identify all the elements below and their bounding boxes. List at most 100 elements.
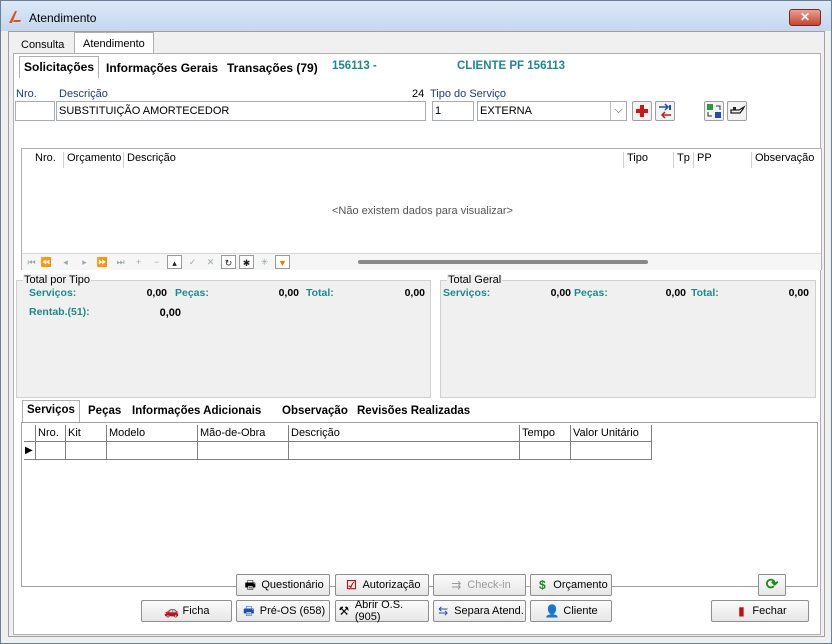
checkin-button[interactable]: ⇉ Check-in: [433, 574, 526, 596]
tpt-servicos-label: Serviços:: [29, 287, 77, 299]
autorizacao-label: Autorização: [362, 579, 421, 591]
transfer-button[interactable]: [655, 101, 675, 121]
questionario-button[interactable]: 🖶 Questionário: [236, 574, 330, 596]
col-pp[interactable]: PP: [694, 152, 752, 168]
tab-informacoes-adicionais[interactable]: Informações Adicionais: [128, 402, 265, 422]
tipo-code-input[interactable]: 1: [432, 101, 474, 121]
checkin-label: Check-in: [467, 579, 511, 591]
delete-icon[interactable]: −: [149, 255, 164, 269]
col-tp[interactable]: Tp: [674, 152, 694, 168]
empty-message: <Não existem dados para visualizar>: [332, 205, 513, 217]
tab-observacao[interactable]: Observação: [278, 402, 352, 422]
close-button[interactable]: ✕: [789, 9, 821, 26]
questionario-label: Questionário: [261, 579, 324, 591]
exchange-button[interactable]: [704, 101, 724, 121]
exchange-icon: [707, 104, 721, 118]
separa-atend-button[interactable]: ⇆ Separa Atend.: [433, 600, 526, 622]
atendimento-panel: Solicitações Informações Gerais Transaçõ…: [13, 53, 822, 635]
refresh-cycle-icon: ⟳: [765, 576, 779, 593]
tab-atendimento[interactable]: Atendimento: [74, 32, 154, 54]
row-indicator-icon: ▶: [24, 442, 36, 460]
horizontal-scrollbar[interactable]: [358, 260, 648, 264]
tab-solicitacoes[interactable]: Solicitações: [19, 56, 100, 78]
nro-input[interactable]: [15, 101, 55, 121]
first-record-icon[interactable]: ⏮: [24, 255, 39, 269]
last-record-icon[interactable]: ⏭: [113, 255, 128, 269]
header-code: 156113 -: [332, 60, 377, 72]
cliente-label: Cliente: [563, 605, 598, 617]
descricao-input[interactable]: SUBSTITUIÇÃO AMORTECEDOR: [56, 101, 426, 121]
bookmark-icon[interactable]: ✱: [239, 255, 254, 269]
cell-valor-unitario[interactable]: [571, 442, 652, 460]
window: Atendimento ✕ Consulta Atendimento Solic…: [0, 0, 832, 644]
col-observacao[interactable]: Observação: [752, 152, 822, 168]
cell-descricao[interactable]: [289, 442, 520, 460]
col2-valor-unitario[interactable]: Valor Unitário: [571, 425, 652, 442]
insert-icon[interactable]: +: [131, 255, 146, 269]
servicos-grid: Nro. Kit Modelo Mão-de-Obra Descrição Te…: [21, 422, 818, 587]
tab-pecas[interactable]: Peças: [84, 402, 125, 422]
abrir-os-label: Abrir O.S.(905): [354, 599, 404, 623]
pre-os-button[interactable]: 🖶 Pré-OS (658): [236, 600, 330, 622]
ficha-button[interactable]: 🚗 Ficha: [141, 600, 232, 622]
oil-change-button[interactable]: [727, 101, 747, 121]
add-button[interactable]: [632, 101, 652, 121]
tab-revisoes-realizadas[interactable]: Revisões Realizadas: [353, 402, 474, 422]
col2-mao-de-obra[interactable]: Mão-de-Obra: [198, 425, 289, 442]
post-icon[interactable]: ✓: [185, 255, 200, 269]
abrir-os-button[interactable]: ⚒ Abrir O.S.(905): [335, 599, 429, 623]
indicator-header: [24, 425, 36, 442]
refresh-icon[interactable]: ↻: [221, 255, 236, 269]
col-descricao[interactable]: Descrição: [124, 152, 624, 168]
user-icon: 👤: [544, 604, 560, 618]
goto-bookmark-icon[interactable]: ✳: [257, 255, 272, 269]
cell-mao-de-obra[interactable]: [198, 442, 289, 460]
refresh-button[interactable]: ⟳: [758, 574, 786, 596]
autorizacao-button[interactable]: ☑ Autorização: [335, 574, 429, 596]
nro-label: Nro.: [16, 88, 37, 100]
col2-tempo[interactable]: Tempo: [520, 425, 571, 442]
tools-icon: ⚒: [338, 604, 350, 618]
grid-navigator: ⏮ ⏪ ◂ ▸ ⏩ ⏭ + − ▴ ✓ ✕ ↻ ✱ ✳ ▼: [22, 253, 821, 270]
col-nro[interactable]: Nro.: [32, 152, 64, 168]
filter-icon[interactable]: ▼: [275, 255, 290, 269]
prev-record-icon[interactable]: ◂: [58, 255, 73, 269]
ficha-label: Ficha: [182, 605, 210, 617]
edit-icon[interactable]: ▴: [167, 255, 182, 269]
total-por-tipo-caption: Total por Tipo: [23, 274, 92, 286]
tg-total-label: Total:: [691, 287, 719, 299]
col-tipo[interactable]: Tipo: [624, 152, 674, 168]
col2-kit[interactable]: Kit: [66, 425, 107, 442]
next-record-icon[interactable]: ▸: [77, 255, 92, 269]
tab-informacoes-gerais[interactable]: Informações Gerais: [102, 58, 222, 78]
tg-servicos-value: 0,00: [550, 287, 571, 299]
chevron-down-icon[interactable]: ⌵: [610, 102, 626, 120]
orcamento-button[interactable]: $ Orçamento: [530, 574, 612, 596]
col-orcamento[interactable]: Orçamento: [64, 152, 124, 168]
window-title: Atendimento: [29, 11, 97, 25]
cell-tempo[interactable]: [520, 442, 571, 460]
cliente-button[interactable]: 👤 Cliente: [530, 600, 612, 622]
app-logo-icon: [9, 11, 21, 23]
rentab-value: 0,00: [159, 307, 181, 319]
cell-nro[interactable]: [36, 442, 66, 460]
tab-transacoes[interactable]: Transações (79): [223, 58, 322, 78]
tg-servicos-label: Serviços:: [443, 287, 491, 299]
tpt-total-label: Total:: [306, 287, 334, 299]
cancel-icon[interactable]: ✕: [203, 255, 218, 269]
col2-modelo[interactable]: Modelo: [107, 425, 198, 442]
rentab-label: Rentab.(51):: [29, 306, 90, 318]
next-page-icon[interactable]: ⏩: [95, 255, 110, 269]
tipo-servico-select[interactable]: EXTERNA ⌵: [477, 101, 627, 121]
cell-kit[interactable]: [66, 442, 107, 460]
total-geral-caption: Total Geral: [447, 274, 503, 286]
tab-consulta[interactable]: Consulta: [13, 34, 72, 54]
plus-icon: [636, 105, 648, 117]
fechar-button[interactable]: ▮ Fechar: [711, 600, 809, 622]
tab-servicos[interactable]: Serviços: [22, 400, 80, 422]
cell-modelo[interactable]: [107, 442, 198, 460]
col2-nro[interactable]: Nro.: [36, 425, 66, 442]
prev-page-icon[interactable]: ⏪: [39, 255, 54, 269]
tg-total-value: 0,00: [788, 287, 809, 299]
col2-descricao[interactable]: Descrição: [289, 425, 520, 442]
